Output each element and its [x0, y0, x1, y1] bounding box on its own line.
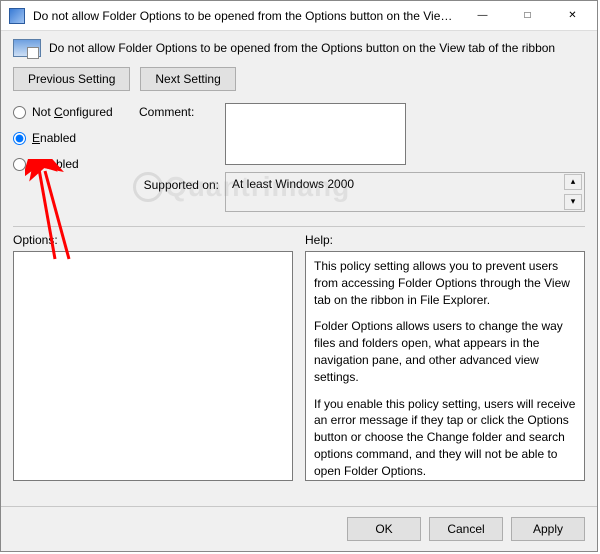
maximize-button[interactable]: □ [505, 2, 550, 30]
options-box[interactable] [13, 251, 293, 481]
radio-enabled-label: Enabled [32, 131, 76, 145]
comment-input[interactable] [225, 103, 406, 165]
radio-not-configured-label: Not Configured [32, 105, 113, 119]
help-panel: Help: This policy setting allows you to … [305, 233, 585, 498]
help-box[interactable]: This policy setting allows you to preven… [305, 251, 585, 481]
next-setting-button[interactable]: Next Setting [140, 67, 235, 91]
settings-grid: Not Configured Enabled Disabled Comment:… [13, 103, 585, 216]
app-icon [9, 8, 25, 24]
policy-icon [13, 39, 41, 57]
nav-row: Previous Setting Next Setting [13, 67, 585, 91]
dialog-footer: OK Cancel Apply [1, 506, 597, 551]
radio-enabled-input[interactable] [13, 132, 26, 145]
radio-disabled[interactable]: Disabled [13, 157, 133, 171]
supported-on-box: At least Windows 2000 [225, 172, 585, 212]
ok-button[interactable]: OK [347, 517, 421, 541]
titlebar: Do not allow Folder Options to be opened… [1, 1, 597, 31]
radio-disabled-input[interactable] [13, 158, 26, 171]
cancel-button[interactable]: Cancel [429, 517, 503, 541]
content-area: Do not allow Folder Options to be opened… [1, 31, 597, 506]
previous-setting-button[interactable]: Previous Setting [13, 67, 130, 91]
help-paragraph: Folder Options allows users to change th… [314, 318, 576, 385]
comment-label: Comment: [139, 103, 219, 119]
supported-label: Supported on: [139, 172, 219, 192]
apply-button[interactable]: Apply [511, 517, 585, 541]
help-paragraph: If you enable this policy setting, users… [314, 396, 576, 480]
state-radio-group: Not Configured Enabled Disabled [13, 103, 133, 171]
lower-panels: Options: Help: This policy setting allow… [13, 233, 585, 498]
radio-disabled-label: Disabled [32, 157, 79, 171]
supported-on-text: At least Windows 2000 [232, 177, 354, 191]
help-paragraph: This policy setting allows you to preven… [314, 258, 576, 308]
radio-not-configured[interactable]: Not Configured [13, 105, 133, 119]
policy-dialog: Do not allow Folder Options to be opened… [0, 0, 598, 552]
options-label: Options: [13, 233, 293, 247]
close-button[interactable]: ✕ [550, 2, 595, 30]
radio-not-configured-input[interactable] [13, 106, 26, 119]
window-controls: — □ ✕ [460, 2, 595, 30]
window-title: Do not allow Folder Options to be opened… [33, 9, 460, 23]
help-label: Help: [305, 233, 585, 247]
divider [13, 226, 585, 227]
options-panel: Options: [13, 233, 293, 498]
policy-header: Do not allow Folder Options to be opened… [49, 41, 555, 55]
radio-enabled[interactable]: Enabled [13, 131, 133, 145]
header-row: Do not allow Folder Options to be opened… [13, 39, 585, 57]
minimize-button[interactable]: — [460, 2, 505, 30]
